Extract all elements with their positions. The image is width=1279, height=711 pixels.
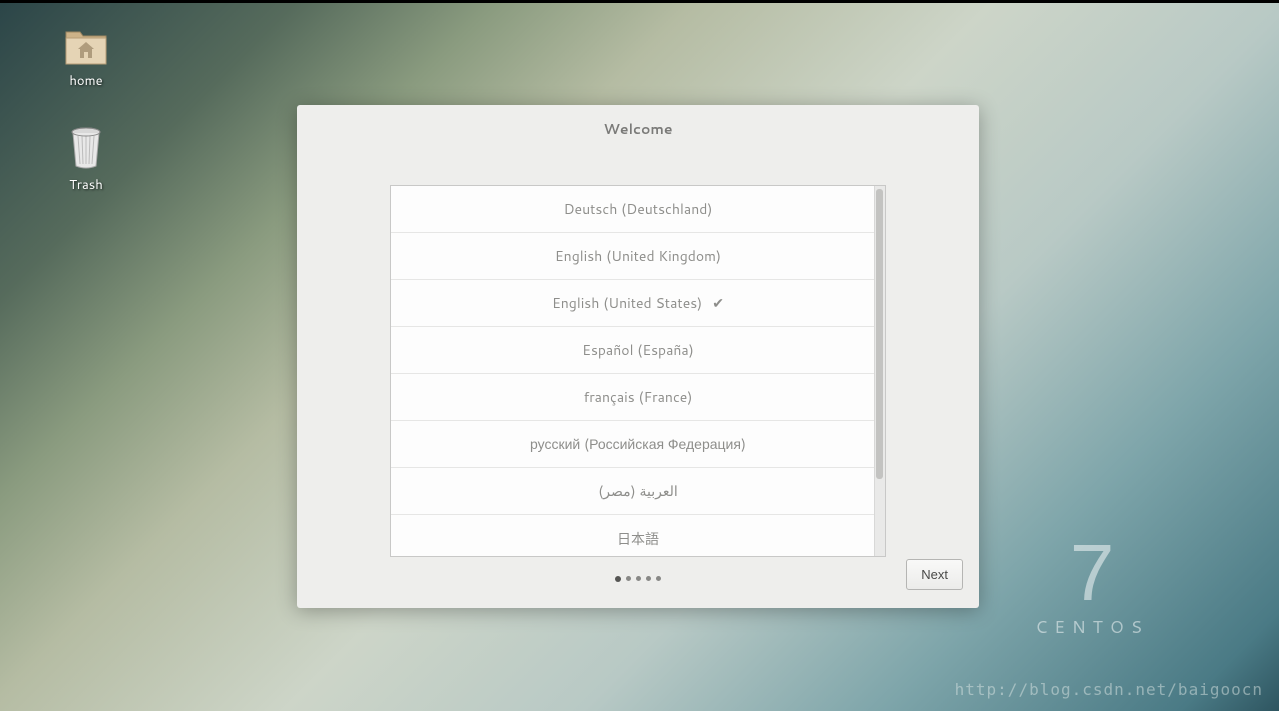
language-label: Deutsch (Deutschland) — [564, 199, 713, 219]
desktop-icon-label: Trash — [69, 176, 103, 194]
language-label: English (United Kingdom) — [555, 246, 721, 266]
language-item[interactable]: English (United Kingdom) — [391, 233, 885, 280]
top-bar — [0, 0, 1279, 3]
check-icon: ✔ — [712, 293, 724, 313]
desktop-icon-label: home — [69, 72, 102, 90]
language-item[interactable]: Deutsch (Deutschland) — [391, 186, 885, 233]
language-item[interactable]: English (United States) ✔ — [391, 280, 885, 327]
language-list[interactable]: Deutsch (Deutschland) English (United Kin… — [391, 186, 885, 556]
centos-name: CENTOS — [1035, 615, 1149, 639]
language-label: English (United States) — [552, 293, 702, 313]
page-indicator — [615, 576, 661, 582]
language-item[interactable]: Español (España) — [391, 327, 885, 374]
language-label: Español (España) — [582, 340, 694, 360]
desktop-icon-trash[interactable]: Trash — [46, 126, 126, 194]
dialog-title: Welcome — [297, 105, 979, 153]
trash-icon — [68, 126, 104, 170]
language-item[interactable]: русский (Российская Федерация) — [391, 421, 885, 468]
centos-branding: 7 CENTOS — [1035, 533, 1149, 639]
language-item[interactable]: العربية (مصر) — [391, 468, 885, 515]
scrollbar-thumb[interactable] — [876, 189, 883, 479]
language-label: 日本語 — [617, 529, 659, 549]
centos-version: 7 — [1035, 533, 1149, 613]
page-dot — [626, 576, 631, 581]
watermark: http://blog.csdn.net/baigoocn — [955, 680, 1263, 699]
language-label: français (France) — [584, 387, 693, 407]
next-button[interactable]: Next — [906, 559, 963, 590]
welcome-dialog: Welcome Deutsch (Deutschland) English (Un… — [297, 105, 979, 608]
dialog-footer: Next — [297, 550, 979, 608]
language-list-container: Deutsch (Deutschland) English (United Kin… — [390, 185, 886, 557]
desktop-icon-home[interactable]: home — [46, 26, 126, 90]
language-label: العربية (مصر) — [598, 481, 678, 501]
page-dot — [615, 576, 621, 582]
page-dot — [656, 576, 661, 581]
language-label: русский (Российская Федерация) — [530, 434, 746, 454]
scrollbar-track[interactable] — [874, 186, 885, 556]
folder-home-icon — [64, 26, 108, 66]
page-dot — [636, 576, 641, 581]
language-item[interactable]: français (France) — [391, 374, 885, 421]
page-dot — [646, 576, 651, 581]
